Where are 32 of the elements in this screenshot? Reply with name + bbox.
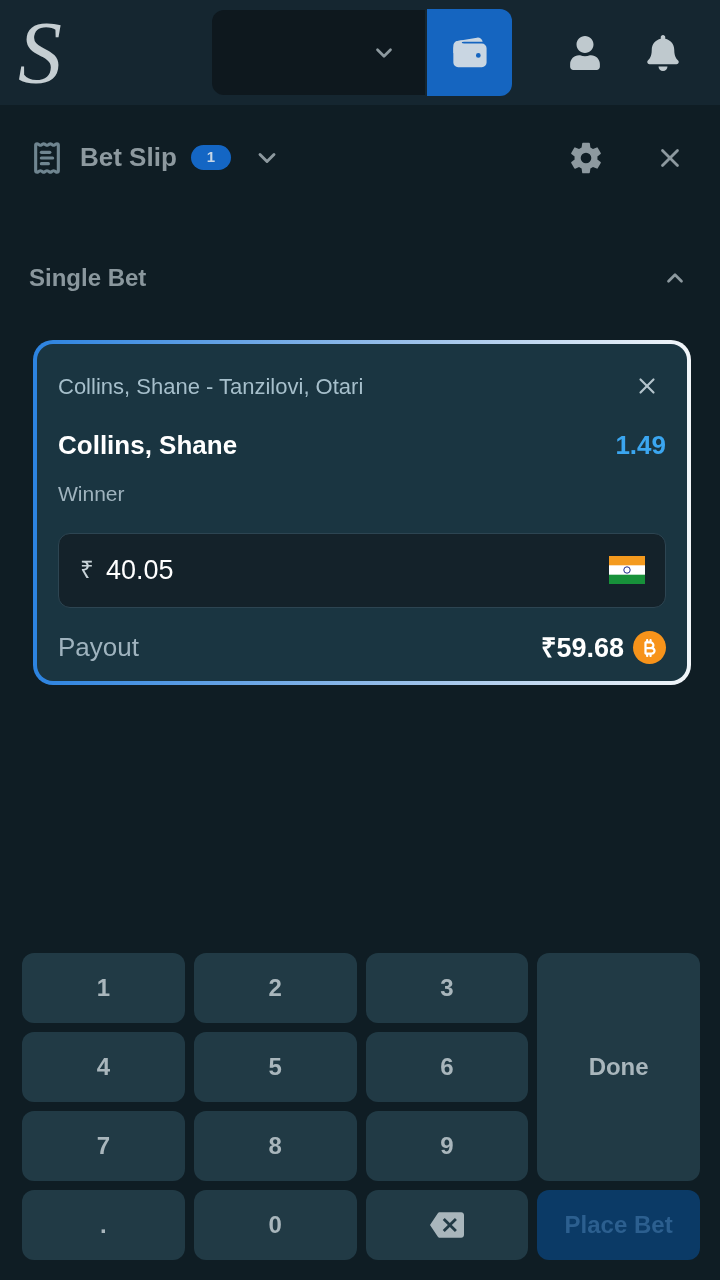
market-name: Winner bbox=[58, 481, 126, 507]
keypad-key[interactable]: 7 bbox=[22, 1111, 185, 1181]
keypad-key[interactable]: 2 bbox=[193, 953, 357, 1023]
done-button[interactable]: Done bbox=[537, 953, 700, 1181]
flag-icon bbox=[609, 556, 645, 584]
bet-slip-title: Bet Slip bbox=[80, 141, 177, 174]
payout-label: Payout bbox=[58, 631, 139, 665]
currency-symbol: ₹ bbox=[80, 555, 94, 585]
keypad-key[interactable]: 3 bbox=[365, 953, 529, 1023]
logo[interactable]: S bbox=[18, 8, 72, 97]
section-title: Single Bet bbox=[29, 263, 147, 293]
keypad-key[interactable]: 8 bbox=[193, 1111, 357, 1181]
keypad-key[interactable]: 4 bbox=[22, 1032, 185, 1102]
amount-input[interactable]: 40.05 bbox=[106, 549, 609, 591]
keypad-key[interactable]: 1 bbox=[22, 953, 185, 1023]
keypad-key[interactable]: 9 bbox=[365, 1111, 529, 1181]
notification-bell-icon[interactable] bbox=[646, 34, 680, 71]
selection-name: Collins, Shane bbox=[58, 429, 238, 462]
wallet-button[interactable] bbox=[427, 9, 512, 96]
payout-amount: ₹59.68 bbox=[541, 631, 624, 665]
keypad-key[interactable]: 6 bbox=[365, 1032, 529, 1102]
keypad-key[interactable]: . bbox=[22, 1190, 185, 1260]
bitcoin-icon bbox=[633, 631, 666, 665]
keypad-key[interactable]: 0 bbox=[193, 1190, 357, 1260]
backspace-button[interactable] bbox=[365, 1190, 529, 1260]
user-icon[interactable] bbox=[568, 35, 602, 70]
event-title: Collins, Shane - Tanzilovi, Otari bbox=[58, 372, 364, 401]
keypad-key[interactable]: 5 bbox=[193, 1032, 357, 1102]
settings-icon[interactable] bbox=[569, 140, 603, 175]
count-badge: 1 bbox=[190, 145, 232, 170]
odds-value: 1.49 bbox=[615, 429, 666, 462]
stake-field[interactable]: ₹ 40.05 bbox=[58, 532, 666, 608]
